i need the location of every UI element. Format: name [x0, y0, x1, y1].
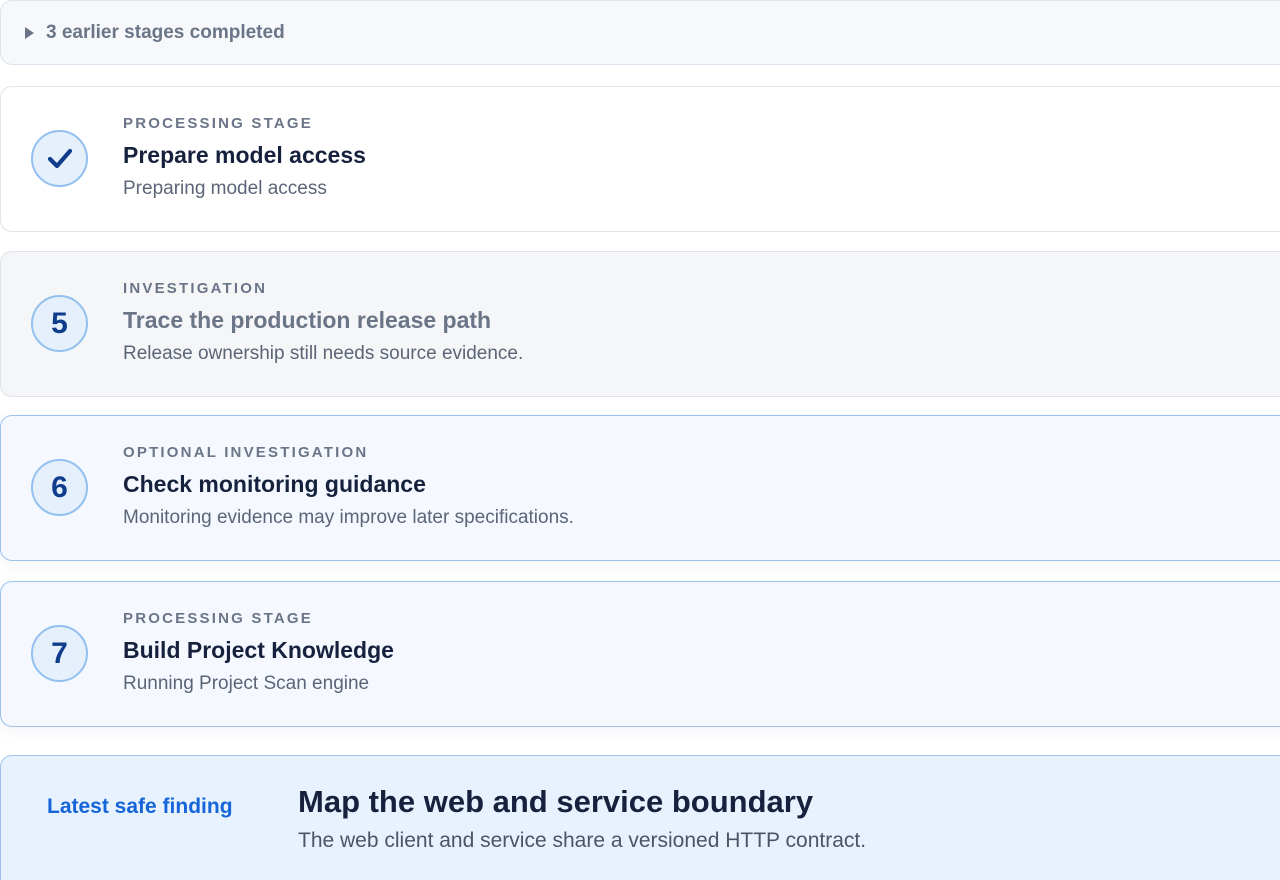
stage-number-badge: 7: [31, 625, 88, 682]
stage-card-check-monitoring: 6 OPTIONAL INVESTIGATION Check monitorin…: [0, 415, 1280, 561]
stage-eyebrow: PROCESSING STAGE: [123, 115, 313, 132]
stage-number-badge: 5: [31, 295, 88, 352]
stage-description: Preparing model access: [123, 178, 327, 199]
stage-card-trace-release-path: 5 INVESTIGATION Trace the production rel…: [0, 251, 1280, 397]
stage-card-build-knowledge: 7 PROCESSING STAGE Build Project Knowled…: [0, 581, 1280, 727]
stage-description: Release ownership still needs source evi…: [123, 343, 524, 364]
earlier-stages-toggle[interactable]: 3 earlier stages completed: [0, 0, 1280, 65]
latest-finding-panel: Latest safe finding Map the web and serv…: [0, 755, 1280, 880]
checkmark-icon: [47, 148, 72, 168]
earlier-stages-label: 3 earlier stages completed: [46, 21, 285, 43]
caret-right-icon: [25, 26, 34, 39]
stage-title: Trace the production release path: [123, 307, 492, 333]
stage-description: Running Project Scan engine: [123, 673, 370, 694]
stage-timeline: 3 earlier stages completed PROCESSING ST…: [0, 0, 1280, 880]
stage-eyebrow: PROCESSING STAGE: [123, 610, 313, 627]
stage-eyebrow: INVESTIGATION: [123, 280, 268, 297]
stage-title: Prepare model access: [123, 142, 366, 168]
stage-card-prepare-model-access: PROCESSING STAGE Prepare model access Pr…: [0, 86, 1280, 232]
stage-eyebrow: OPTIONAL INVESTIGATION: [123, 444, 369, 461]
latest-finding-description: The web client and service share a versi…: [298, 829, 867, 852]
stage-number-badge: 6: [31, 459, 88, 516]
stage-status-circle: [31, 130, 88, 187]
latest-finding-title: Map the web and service boundary: [298, 784, 814, 819]
stage-title: Check monitoring guidance: [123, 471, 426, 497]
stage-description: Monitoring evidence may improve later sp…: [123, 507, 574, 528]
latest-finding-label: Latest safe finding: [47, 795, 233, 818]
stage-title: Build Project Knowledge: [123, 637, 394, 663]
